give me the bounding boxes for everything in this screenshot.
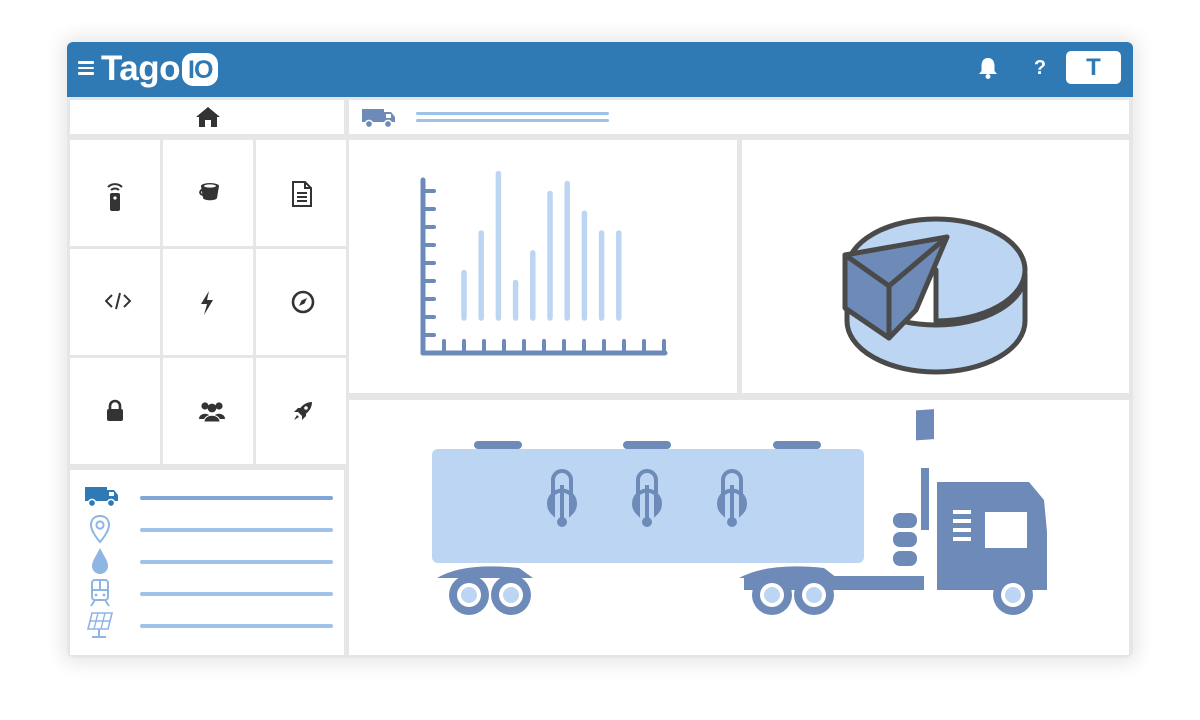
tile-actions[interactable] <box>163 249 253 355</box>
users-icon <box>199 402 225 423</box>
code-icon <box>105 292 131 310</box>
logo-badge: IO <box>182 52 219 86</box>
bar-chart <box>420 170 668 356</box>
tile-devices[interactable] <box>70 140 160 246</box>
location-pin-icon <box>89 514 111 544</box>
pie-chart <box>842 216 1028 375</box>
remote-device-icon <box>107 183 123 211</box>
water-drop-icon <box>92 548 108 574</box>
truck-icon <box>362 109 395 129</box>
tile-getting-started[interactable] <box>256 358 346 464</box>
train-icon <box>90 579 110 607</box>
bell-icon[interactable] <box>977 56 999 80</box>
device-info-line <box>416 119 609 122</box>
tile-buckets[interactable] <box>163 140 253 246</box>
top-bar: Tago IO ? T <box>67 42 1133 97</box>
lock-icon <box>107 399 123 421</box>
tile-users[interactable] <box>163 358 253 464</box>
logo[interactable]: Tago IO <box>101 47 219 91</box>
hamburger-menu-icon[interactable] <box>78 61 94 75</box>
list-item[interactable] <box>70 546 350 576</box>
lightning-icon <box>201 291 213 315</box>
pie-chart-widget <box>742 140 1129 393</box>
bar-chart-widget <box>349 140 737 393</box>
truck-icon <box>85 487 118 508</box>
list-item-line <box>140 496 333 500</box>
home-bar <box>70 100 344 134</box>
list-item-line <box>140 528 333 532</box>
tile-files[interactable] <box>256 140 346 246</box>
list-item-line <box>140 560 333 564</box>
device-name-line <box>416 112 609 115</box>
list-item[interactable] <box>70 482 350 512</box>
file-icon <box>292 181 312 207</box>
bucket-icon <box>199 183 219 201</box>
tile-access[interactable] <box>70 358 160 464</box>
list-item[interactable] <box>70 610 350 640</box>
tile-explore[interactable] <box>256 249 346 355</box>
device-list-panel <box>70 470 344 655</box>
truck-widget <box>349 400 1129 655</box>
list-item[interactable] <box>70 578 350 608</box>
rocket-icon <box>294 402 312 420</box>
tile-analysis[interactable] <box>70 249 160 355</box>
compass-icon <box>291 290 315 314</box>
device-header-bar <box>349 100 1129 134</box>
app-window: Tago IO ? T <box>67 42 1133 658</box>
help-button[interactable]: ? <box>1029 54 1051 82</box>
list-item[interactable] <box>70 514 350 544</box>
avatar[interactable]: T <box>1066 51 1121 84</box>
tanker-truck-illustration <box>432 409 1047 615</box>
home-icon[interactable] <box>195 106 221 128</box>
solar-panel-icon <box>86 612 114 638</box>
list-item-line <box>140 592 333 596</box>
logo-text: Tago <box>101 49 181 88</box>
list-item-line <box>140 624 333 628</box>
